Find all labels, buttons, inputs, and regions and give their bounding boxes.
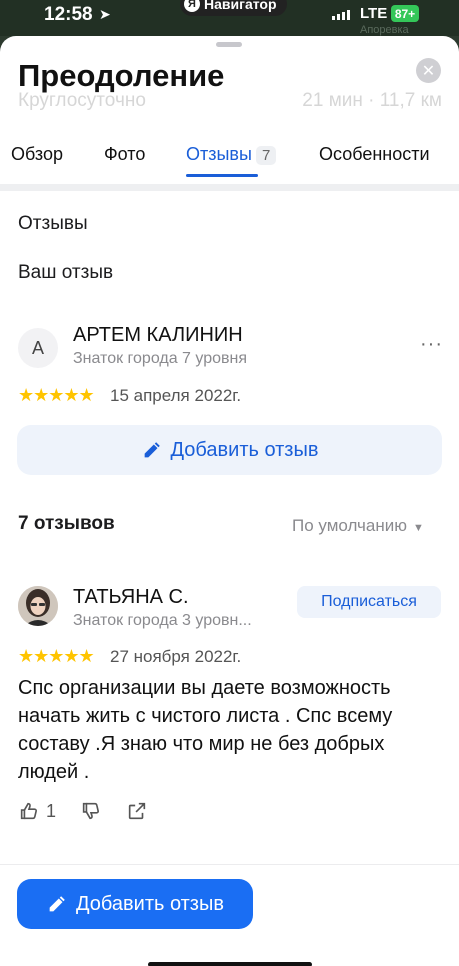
- review-text: Спс организации вы даете возможность нач…: [18, 677, 393, 783]
- own-review-author: АРТЕМ КАЛИНИН: [73, 324, 243, 346]
- thumbs-down-icon: [82, 802, 100, 820]
- own-review-stars: ★★★★★: [18, 385, 95, 405]
- review-actions: 1: [18, 800, 148, 822]
- tab-features[interactable]: Особенности: [319, 144, 430, 165]
- page-title: Преодоление: [18, 58, 225, 93]
- signal-icon: [332, 10, 350, 20]
- divider: [0, 864, 459, 865]
- network-type: LTE: [360, 5, 388, 22]
- yandex-logo-icon: Я: [184, 0, 200, 12]
- subscribe-button[interactable]: Подписаться: [297, 586, 441, 618]
- add-review-label: Добавить отзыв: [76, 892, 224, 915]
- route-info-text: 21 мин · 11,7 км: [302, 90, 442, 111]
- pencil-icon: [49, 896, 65, 912]
- sort-label: По умолчанию: [292, 516, 407, 535]
- close-icon[interactable]: ✕: [416, 58, 441, 83]
- edit-review-label: Добавить отзыв: [170, 438, 319, 461]
- own-review-date: 15 апреля 2022г.: [110, 386, 242, 405]
- tab-reviews[interactable]: Отзывы 7: [186, 144, 277, 165]
- tab-reviews-label: Отзывы: [186, 144, 252, 164]
- your-review-title: Ваш отзыв: [18, 262, 114, 283]
- navigator-return-pill[interactable]: Я Навигатор: [180, 0, 287, 16]
- like-count: 1: [46, 800, 57, 821]
- map-label: Апоревка: [360, 24, 409, 36]
- more-icon[interactable]: ···: [420, 333, 443, 356]
- own-review-level: Знаток города 7 уровня: [73, 350, 248, 367]
- chevron-down-icon: ▼: [412, 522, 424, 534]
- edit-review-button[interactable]: Добавить отзыв: [17, 425, 442, 475]
- home-indicator[interactable]: [148, 962, 312, 966]
- pencil-icon: [144, 442, 160, 458]
- dislike-button[interactable]: [80, 800, 102, 822]
- status-time: 12:58: [44, 4, 93, 25]
- navigator-label: Навигатор: [204, 0, 277, 12]
- place-card-sheet: Круглосуточно 21 мин · 11,7 км Преодолен…: [0, 36, 459, 966]
- tab-reviews-count: 7: [255, 146, 277, 165]
- battery-icon: 87+: [391, 5, 419, 22]
- active-tab-indicator: [186, 174, 258, 177]
- tab-bar: Обзор Фото Отзывы 7 Особенности: [0, 140, 459, 182]
- review-stars: ★★★★★: [18, 646, 95, 666]
- review-date: 27 ноября 2022г.: [110, 647, 242, 666]
- add-review-button[interactable]: Добавить отзыв: [17, 879, 253, 929]
- section-divider: [0, 184, 459, 191]
- avatar: А: [18, 328, 58, 368]
- review-author-level: Знаток города 3 уровн...: [73, 612, 252, 629]
- status-bar: 12:58 ➤ Я Навигатор LTE 87+ Апоревка: [0, 0, 459, 36]
- reviews-section-title: Отзывы: [18, 213, 88, 234]
- tab-photos[interactable]: Фото: [104, 144, 145, 165]
- user-photo: [18, 586, 58, 626]
- location-arrow-icon: ➤: [99, 6, 111, 22]
- share-icon: [128, 802, 146, 820]
- share-button[interactable]: [126, 800, 148, 822]
- avatar[interactable]: [18, 586, 58, 626]
- like-button[interactable]: 1: [18, 800, 56, 822]
- reviews-count: 7 отзывов: [18, 513, 115, 534]
- thumbs-up-icon: [20, 802, 37, 820]
- sort-dropdown[interactable]: По умолчанию ▼: [292, 516, 424, 536]
- sheet-grabber[interactable]: [216, 42, 242, 47]
- review-author[interactable]: ТАТЬЯНА С.: [73, 586, 189, 609]
- tab-overview[interactable]: Обзор: [11, 144, 63, 165]
